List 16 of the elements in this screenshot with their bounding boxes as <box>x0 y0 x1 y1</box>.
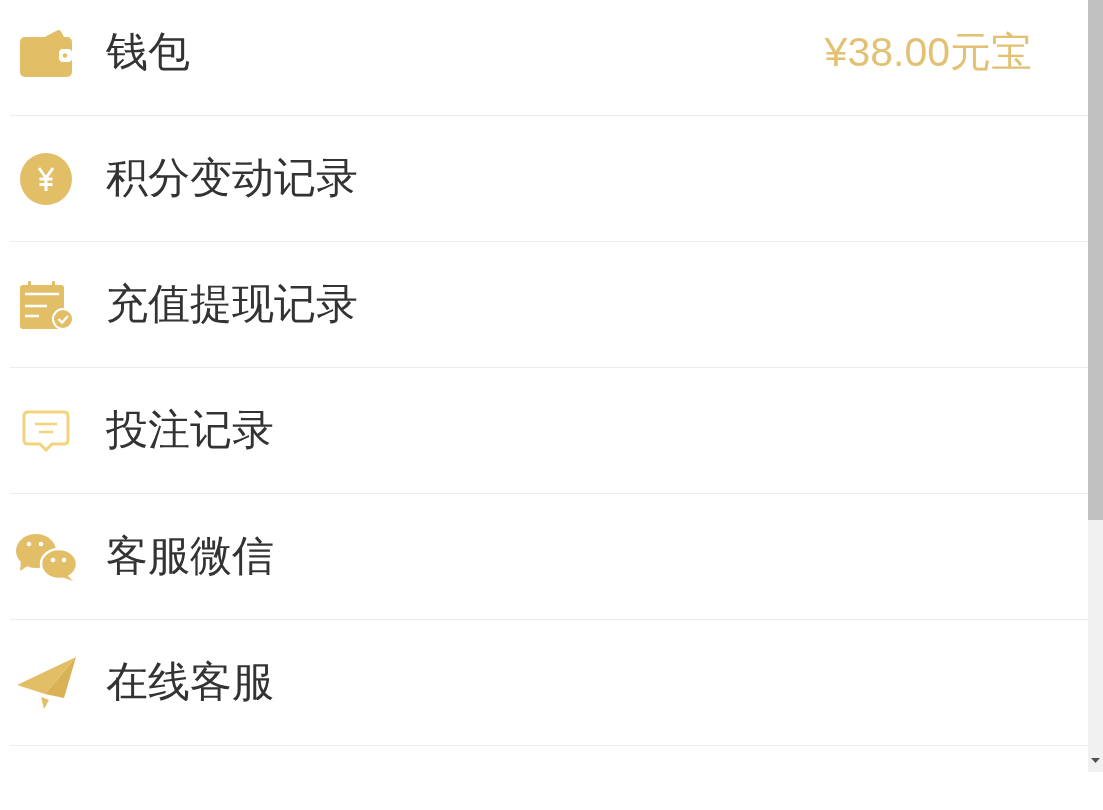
scroll-down-arrow-icon[interactable] <box>1091 758 1100 763</box>
message-icon <box>22 409 70 452</box>
scrollbar[interactable] <box>1088 0 1103 772</box>
calendar-check-icon <box>19 280 73 329</box>
chat-bubbles-icon <box>15 532 77 581</box>
menu-label[interactable]: 投注记录 <box>106 405 274 456</box>
menu-label[interactable]: 充值提现记录 <box>106 279 358 330</box>
menu-label[interactable]: 钱包 <box>106 27 190 78</box>
menu-label[interactable]: 在线客服 <box>106 657 274 708</box>
balance-amount: ¥38.00元宝 <box>824 27 1032 77</box>
menu-label[interactable]: 积分变动记录 <box>106 153 358 204</box>
wallet-icon <box>20 28 72 77</box>
paper-plane-icon <box>16 656 76 709</box>
scrollbar-thumb[interactable] <box>1088 0 1103 520</box>
menu-label[interactable]: 客服微信 <box>106 531 274 582</box>
yen-coin-icon <box>20 152 72 205</box>
